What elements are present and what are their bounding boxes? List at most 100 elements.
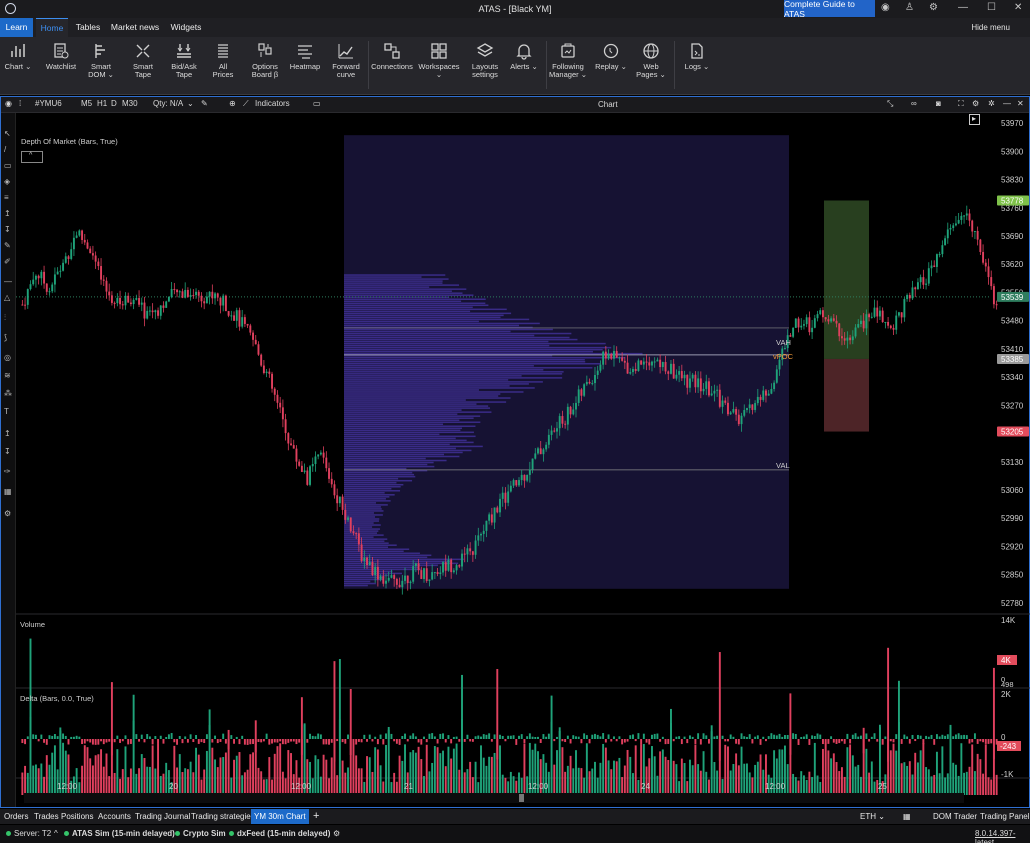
layers-tool-icon[interactable]: ◈ xyxy=(4,177,13,186)
minimize-icon[interactable]: — xyxy=(958,2,968,13)
settings-icon[interactable]: ⚙ xyxy=(972,99,979,108)
tab-tables[interactable]: Tables xyxy=(72,18,104,37)
complete-guide-button[interactable]: Complete Guide to ATAS xyxy=(784,0,875,19)
delta-bar xyxy=(341,739,344,743)
maximize-icon[interactable]: ☐ xyxy=(987,2,996,13)
logs-button[interactable]: Logs ⌄ xyxy=(680,37,714,94)
forward-curve-button[interactable]: Forward curve xyxy=(328,37,364,94)
scrollbar-thumb[interactable] xyxy=(519,794,524,802)
version-link[interactable]: 8.0.14.397-latest xyxy=(975,829,1030,843)
connection-crypto-sim[interactable]: Crypto Sim xyxy=(175,829,226,838)
session-selector[interactable]: ETH ⌄ xyxy=(860,809,885,824)
minimize-icon[interactable]: — xyxy=(1003,99,1011,108)
tab-trading-journal[interactable]: Trading Journal xyxy=(135,809,190,824)
status-dot-icon xyxy=(64,831,69,836)
add-tab-button[interactable]: + xyxy=(313,809,319,824)
tab-ym-30m-chart[interactable]: YM 30m Chart xyxy=(251,809,309,824)
line-tool-icon[interactable]: / xyxy=(4,145,13,154)
tab-positions[interactable]: Positions xyxy=(61,809,93,824)
all-prices-button[interactable]: All Prices xyxy=(208,37,238,94)
arrow-up-tool-icon[interactable]: ↥ xyxy=(4,209,13,218)
following-manager-button[interactable]: Following Manager ⌄ xyxy=(548,37,588,94)
symbol-selector[interactable]: #YMU6 xyxy=(35,99,62,108)
arrow-down-tool-icon[interactable]: ↧ xyxy=(4,447,13,456)
connection-atas-sim[interactable]: ATAS Sim (15-min delayed) xyxy=(64,829,175,838)
move-handle-icon[interactable]: ⁞ xyxy=(19,99,21,108)
text-tool-icon[interactable]: T xyxy=(4,407,13,416)
close-icon[interactable]: ✕ xyxy=(1017,99,1024,108)
arrow-up-tool-icon[interactable]: ↥ xyxy=(4,429,13,438)
circle-tool-icon[interactable]: ◎ xyxy=(4,353,13,362)
ruler-tool-icon[interactable]: ✎ xyxy=(4,241,13,250)
arrow-down-tool-icon[interactable]: ↧ xyxy=(4,225,13,234)
alerts-button[interactable]: Alerts ⌄ xyxy=(508,37,540,94)
cursor-tool-icon[interactable]: ↖ xyxy=(4,129,13,138)
pen-tool-icon[interactable]: ✐ xyxy=(4,257,13,266)
timeframe-h1[interactable]: H1 xyxy=(97,99,107,108)
smart-tape-button[interactable]: Smart Tape xyxy=(126,37,160,94)
tab-learn[interactable]: Learn xyxy=(0,18,33,37)
collapse-button[interactable]: ^ xyxy=(21,151,43,163)
tab-home[interactable]: Home xyxy=(36,18,68,37)
chart-logo-icon[interactable]: ◉ xyxy=(5,99,12,108)
rectangle-tool-icon[interactable]: ▭ xyxy=(4,161,13,170)
hide-menu-button[interactable]: Hide menu xyxy=(971,23,1010,32)
hline-tool-icon[interactable]: — xyxy=(4,277,13,286)
qty-selector[interactable]: Qty: N/A xyxy=(153,99,183,108)
camera-icon[interactable]: ◙ xyxy=(936,99,941,108)
brush-tool-icon[interactable]: ✑ xyxy=(4,467,13,476)
bid-ask-tape-button[interactable]: Bid/Ask Tape xyxy=(166,37,202,94)
list-tool-icon[interactable]: ≡ xyxy=(4,193,13,202)
pencil-icon[interactable]: ✎ xyxy=(201,99,208,108)
path-tool-icon[interactable]: ⟆ xyxy=(4,333,13,342)
timeframe-m5[interactable]: M5 xyxy=(81,99,92,108)
connections-button[interactable]: Connections xyxy=(371,37,413,94)
gear-icon[interactable]: ✲ xyxy=(988,99,995,108)
watchlist-button[interactable]: Watchlist xyxy=(44,37,78,94)
connection-dxfeed[interactable]: dxFeed (15-min delayed) xyxy=(229,829,330,838)
tab-trades[interactable]: Trades xyxy=(34,809,59,824)
profile-bar xyxy=(344,381,543,383)
zoom-icon[interactable]: ⊕ xyxy=(229,99,236,108)
grid-tool-icon[interactable]: ▦ xyxy=(4,487,13,496)
gear-icon[interactable]: ⚙ xyxy=(929,2,938,13)
web-pages-button[interactable]: Web Pages ⌄ xyxy=(634,37,668,94)
trading-panel-button[interactable]: Trading Panel xyxy=(980,809,1030,824)
triangle-tool-icon[interactable]: △ xyxy=(4,293,13,302)
options-board-button[interactable]: Options Board β xyxy=(247,37,283,94)
zigzag-tool-icon[interactable]: ≋ xyxy=(4,371,13,380)
timeframe-d[interactable]: D xyxy=(111,99,117,108)
fullscreen-icon[interactable]: ⛶ xyxy=(958,99,964,109)
tab-widgets[interactable]: Widgets xyxy=(166,18,206,37)
timeframe-m30[interactable]: M30 xyxy=(122,99,138,108)
cursor-icon[interactable]: ⤡ xyxy=(887,99,893,109)
chevron-up-icon[interactable]: ^ xyxy=(54,829,58,838)
candle-body xyxy=(442,562,444,573)
layouts-settings-button[interactable]: Layouts settings xyxy=(467,37,503,94)
link-icon[interactable]: ∞ xyxy=(911,99,917,108)
tab-accounts[interactable]: Accounts xyxy=(98,809,131,824)
settings-tool-icon[interactable]: ⚙ xyxy=(4,509,13,518)
chart-button[interactable]: Chart ⌄ xyxy=(2,37,34,94)
settings-icon[interactable]: ⚙ xyxy=(333,829,340,838)
tab-trading-strategies[interactable]: Trading strategies xyxy=(191,809,255,824)
layout-icon[interactable]: ▭ xyxy=(313,99,321,108)
heatmap-button[interactable]: Heatmap xyxy=(288,37,322,94)
close-icon[interactable]: ✕ xyxy=(1014,2,1022,13)
user-icon[interactable]: ♙ xyxy=(905,2,914,13)
smart-dom-button[interactable]: Smart DOM ⌄ xyxy=(84,37,118,94)
tab-market-news[interactable]: Market news xyxy=(108,18,162,37)
workspaces-button[interactable]: Workspaces ⌄ xyxy=(415,37,463,94)
calendar-icon[interactable]: ▦ xyxy=(903,809,911,824)
replay-button[interactable]: Replay ⌄ xyxy=(594,37,628,94)
chart-svg[interactable]: 5397053900538305376053690536205355053480… xyxy=(16,113,1030,807)
pattern-tool-icon[interactable]: ⁂ xyxy=(4,389,13,398)
fib-tool-icon[interactable]: ⫶ xyxy=(4,313,13,322)
chevron-down-icon[interactable]: ⌄ xyxy=(187,99,194,108)
tab-orders[interactable]: Orders xyxy=(4,809,28,824)
delta-bar xyxy=(531,736,534,739)
jump-to-end-button[interactable]: ▸ xyxy=(969,114,980,125)
indicators-button[interactable]: Indicators xyxy=(255,99,290,108)
camera-icon[interactable]: ◉ xyxy=(881,2,890,13)
dom-trader-button[interactable]: DOM Trader xyxy=(933,809,977,824)
